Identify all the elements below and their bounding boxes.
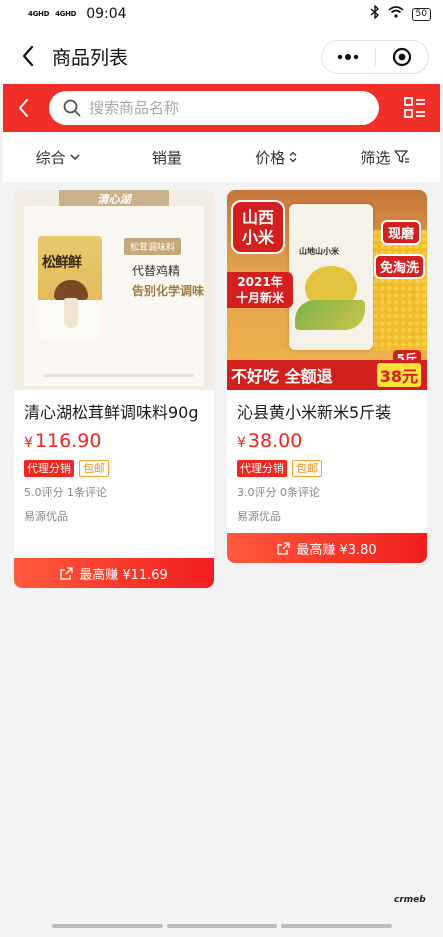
badge-fresh-milled: 现磨 [380, 220, 421, 245]
search-bar [3, 84, 440, 132]
bluetooth-icon [370, 4, 380, 23]
sort-label: 价格 [255, 148, 286, 167]
rice-bag-illustration: 山地山小米 [289, 204, 373, 350]
search-box[interactable] [49, 91, 379, 125]
product-image: 山地山小米 山西 小米 现磨 免淘洗 2021年 十月新米 5斤 不好吃 全额退… [227, 190, 427, 390]
image-promo-strip: 不好吃 全额退 38元 [227, 360, 427, 390]
product-grid: 清心湖 松鲜鲜 松茸调味料 代替鸡精 告别化学调味 清心湖松茸鲜调味料90g ¥… [3, 182, 440, 937]
product-title: 清心湖松茸鲜调味料90g [24, 403, 199, 422]
product-rating: 5.0评分 1条评论 [24, 486, 107, 499]
product-info: 沁县黄小米新米5斤装 ¥38.00 代理分销 包邮 3.0评分 0条评论 易源优… [227, 390, 427, 524]
currency-symbol: ¥ [24, 435, 33, 451]
image-category-pill: 松茸调味料 [124, 238, 182, 255]
currency-symbol: ¥ [237, 435, 246, 451]
tag-free-shipping: 包邮 [79, 460, 109, 477]
image-subline: 告别化学调味 [132, 284, 205, 298]
earn-label: 最高赚 ¥11.69 [79, 567, 168, 583]
sort-arrows-icon [289, 151, 297, 163]
sort-filter[interactable]: 筛选 [331, 147, 440, 168]
chevron-left-icon [19, 99, 28, 117]
page-title: 商品列表 [52, 46, 129, 69]
sort-comprehensive[interactable]: 综合 [3, 147, 112, 168]
indicator-segment [166, 924, 278, 928]
product-tags: 代理分销 包邮 [237, 460, 417, 477]
chevron-down-icon [70, 153, 80, 160]
status-bar: 4GHD 4GHD 09:04 50 [0, 0, 443, 28]
mushroom-stem [64, 298, 78, 328]
badge-no-wash: 免淘洗 [373, 254, 425, 279]
more-button[interactable] [322, 41, 375, 73]
product-image: 清心湖 松鲜鲜 松茸调味料 代替鸡精 告别化学调味 [14, 190, 214, 390]
promo-price: 38元 [376, 363, 421, 387]
layout-toggle-button[interactable] [395, 84, 435, 132]
earn-button[interactable]: 最高赚 ¥11.69 [14, 558, 214, 588]
product-title: 沁县黄小米新米5斤装 [237, 403, 392, 422]
sort-label: 筛选 [360, 148, 391, 167]
filter-icon [394, 150, 410, 163]
seasoning-pouch-illustration: 松鲜鲜 [38, 236, 102, 342]
mushroom-cap [54, 280, 88, 300]
share-icon [60, 566, 73, 580]
badge-new-harvest: 2021年 十月新米 [227, 272, 293, 308]
earn-button[interactable]: 最高赚 ¥3.80 [227, 533, 427, 563]
bag-stalk-illustration [295, 300, 365, 330]
image-fine-print [44, 374, 194, 377]
signal-icon: 4GHD [28, 9, 50, 18]
sort-label: 销量 [151, 148, 182, 167]
status-left: 4GHD 4GHD 09:04 [28, 6, 127, 22]
pouch-title: 松鲜鲜 [42, 255, 82, 271]
product-seller: 易源优品 [24, 510, 68, 523]
search-icon [63, 99, 81, 117]
wifi-icon [388, 6, 404, 22]
search-input[interactable] [89, 99, 349, 117]
search-back-button[interactable] [3, 84, 43, 132]
back-button[interactable] [8, 36, 48, 76]
product-info: 清心湖松茸鲜调味料90g ¥116.90 代理分销 包邮 5.0评分 1条评论 … [14, 390, 214, 524]
status-right: 50 [370, 4, 431, 23]
list-layout-icon [404, 97, 425, 118]
product-seller: 易源优品 [237, 510, 281, 523]
status-time: 09:04 [86, 6, 127, 22]
indicator-segment [52, 924, 163, 928]
product-rating: 3.0评分 0条评论 [237, 486, 320, 499]
product-card[interactable]: 山地山小米 山西 小米 现磨 免淘洗 2021年 十月新米 5斤 不好吃 全额退… [227, 190, 427, 563]
tag-distribution: 代理分销 [237, 460, 287, 477]
image-headline: 代替鸡精 [132, 264, 181, 278]
sort-bar: 综合 销量 价格 筛选 [3, 132, 440, 182]
earn-label: 最高赚 ¥3.80 [296, 542, 377, 558]
share-icon [277, 541, 290, 555]
product-card[interactable]: 清心湖 松鲜鲜 松茸调味料 代替鸡精 告别化学调味 清心湖松茸鲜调味料90g ¥… [14, 190, 214, 588]
promo-slogan: 不好吃 全额退 [231, 367, 333, 386]
home-indicator [52, 924, 393, 928]
nav-bar: 商品列表 [0, 28, 443, 84]
more-dots-icon [338, 54, 359, 60]
sort-sales[interactable]: 销量 [112, 147, 221, 168]
indicator-segment [281, 924, 393, 928]
brand-watermark: crmeb [394, 895, 426, 905]
sort-label: 综合 [35, 148, 66, 167]
mini-program-capsule [321, 40, 429, 74]
tag-distribution: 代理分销 [24, 460, 74, 477]
target-icon [392, 47, 411, 67]
image-panel: 松鲜鲜 松茸调味料 代替鸡精 告别化学调味 [24, 206, 204, 386]
product-price: ¥116.90 [24, 430, 204, 458]
sort-price[interactable]: 价格 [222, 147, 331, 168]
bag-label: 山地山小米 [299, 247, 339, 256]
chevron-left-icon [22, 45, 34, 67]
badge-region: 山西 小米 [231, 200, 285, 254]
signal-icon-2: 4GHD [55, 9, 77, 18]
price-value: 38.00 [247, 430, 303, 452]
battery-icon: 50 [411, 7, 431, 21]
close-program-button[interactable] [376, 41, 429, 73]
mushroom-illustration [54, 280, 88, 330]
product-price: ¥38.00 [237, 430, 417, 458]
price-value: 116.90 [34, 430, 102, 452]
tag-free-shipping: 包邮 [292, 460, 322, 477]
product-tags: 代理分销 包邮 [24, 460, 204, 477]
